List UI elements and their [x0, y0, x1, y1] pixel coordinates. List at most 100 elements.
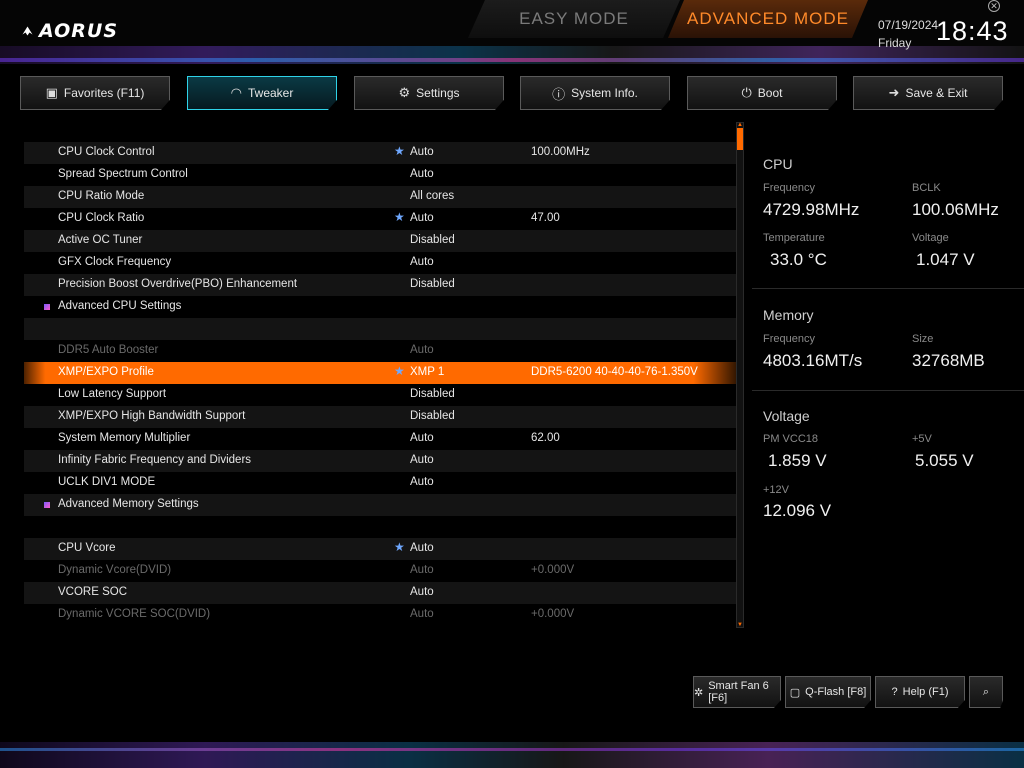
- scroll-up-arrow-icon[interactable]: ▲: [736, 122, 744, 128]
- submenu-row[interactable]: Advanced Memory Settings: [24, 494, 736, 516]
- cpu-frequency-label: Frequency: [763, 182, 815, 194]
- setting-label: System Memory Multiplier: [58, 432, 191, 444]
- chip-icon: ▢: [789, 686, 801, 699]
- setting-row[interactable]: GFX Clock Frequency Auto: [24, 252, 736, 274]
- smart-fan-button[interactable]: ✲ Smart Fan 6 [F6]: [693, 676, 781, 708]
- setting-row[interactable]: Precision Boost Overdrive(PBO) Enhanceme…: [24, 274, 736, 296]
- gear-icon: ⚙: [398, 85, 411, 100]
- speedometer-icon: ◠: [230, 85, 242, 100]
- 5v-label: +5V: [912, 433, 932, 445]
- setting-label: CPU Clock Control: [58, 146, 155, 158]
- setting-value[interactable]: Auto: [410, 454, 434, 466]
- favorite-star-icon[interactable]: ★: [394, 540, 405, 554]
- setting-row[interactable]: XMP/EXPO Profile ★ XMP 1 DDR5-6200 40-40-40…: [24, 362, 736, 384]
- setting-value[interactable]: XMP 1: [410, 366, 444, 378]
- advanced-mode-button[interactable]: ADVANCED MODE: [668, 0, 868, 38]
- cpu-temperature-value: 33.0 °C: [770, 250, 827, 269]
- setting-row[interactable]: Infinity Fabric Frequency and Dividers Au…: [24, 450, 736, 472]
- tab-settings[interactable]: ⚙ Settings: [354, 76, 504, 110]
- setting-row[interactable]: Dynamic Vcore(DVID) Auto +0.000V: [24, 560, 736, 582]
- setting-label: CPU Ratio Mode: [58, 190, 145, 202]
- tab-system-info[interactable]: ⓘ System Info.: [520, 76, 670, 110]
- setting-current-value: DDR5-6200 40-40-40-76-1.350V: [531, 366, 698, 378]
- aorus-eagle-icon: [22, 26, 33, 36]
- help-button[interactable]: ? Help (F1): [875, 676, 965, 708]
- setting-value[interactable]: Auto: [410, 542, 434, 554]
- scrollbar-thumb[interactable]: [737, 128, 743, 150]
- setting-row[interactable]: DDR5 Auto Booster Auto: [24, 340, 736, 362]
- spacer-row: [24, 516, 736, 538]
- qflash-button[interactable]: ▢ Q-Flash [F8]: [785, 676, 871, 708]
- setting-value[interactable]: Auto: [410, 168, 434, 180]
- setting-value[interactable]: Auto: [410, 432, 434, 444]
- setting-row[interactable]: Dynamic VCORE SOC(DVID) Auto +0.000V: [24, 604, 736, 626]
- day-text: Friday: [878, 36, 912, 50]
- scroll-down-arrow-icon[interactable]: ▼: [736, 622, 744, 628]
- setting-row[interactable]: VCORE SOC Auto: [24, 582, 736, 604]
- setting-value[interactable]: All cores: [410, 190, 454, 202]
- setting-row[interactable]: XMP/EXPO High Bandwidth Support Disabled: [24, 406, 736, 428]
- setting-value[interactable]: Auto: [410, 564, 434, 576]
- memory-size-value: 32768MB: [912, 351, 985, 370]
- setting-current-value: +0.000V: [531, 608, 575, 620]
- setting-value[interactable]: Disabled: [410, 388, 455, 400]
- setting-label: VCORE SOC: [58, 586, 128, 598]
- setting-label: Infinity Fabric Frequency and Dividers: [58, 454, 252, 466]
- search-button[interactable]: ⌕: [969, 676, 1003, 708]
- setting-row[interactable]: Spread Spectrum Control Auto: [24, 164, 736, 186]
- tab-save-exit[interactable]: ➜ Save & Exit: [853, 76, 1003, 110]
- setting-row[interactable]: Low Latency Support Disabled: [24, 384, 736, 406]
- exit-icon: ➜: [888, 85, 900, 100]
- tab-favorites[interactable]: ▣ Favorites (F11): [20, 76, 170, 110]
- favorite-star-icon[interactable]: ★: [394, 144, 405, 158]
- setting-value[interactable]: Auto: [410, 146, 434, 158]
- setting-value[interactable]: Disabled: [410, 234, 455, 246]
- setting-row[interactable]: CPU Clock Ratio ★ Auto 47.00: [24, 208, 736, 230]
- favorite-star-icon[interactable]: ★: [394, 210, 405, 224]
- info-icon: ⓘ: [552, 86, 566, 102]
- setting-row[interactable]: CPU Ratio Mode All cores: [24, 186, 736, 208]
- logo-text: AORUS: [38, 20, 118, 42]
- tab-tweaker[interactable]: ◠ Tweaker: [187, 76, 337, 110]
- setting-label: Precision Boost Overdrive(PBO) Enhanceme…: [58, 278, 298, 290]
- setting-row[interactable]: System Memory Multiplier Auto 62.00: [24, 428, 736, 450]
- setting-value[interactable]: Auto: [410, 476, 434, 488]
- setting-value[interactable]: Disabled: [410, 410, 455, 422]
- search-icon: ⌕: [982, 685, 990, 698]
- fan-icon: ✲: [694, 686, 704, 699]
- setting-value[interactable]: Auto: [410, 344, 434, 356]
- setting-current-value: +0.000V: [531, 564, 575, 576]
- setting-label: Spread Spectrum Control: [58, 168, 188, 180]
- setting-row[interactable]: UCLK DIV1 MODE Auto: [24, 472, 736, 494]
- setting-label: XMP/EXPO High Bandwidth Support: [58, 410, 246, 422]
- panel-divider: [752, 390, 1024, 391]
- qflash-label: Q-Flash [F8]: [805, 686, 867, 698]
- setting-value[interactable]: Auto: [410, 608, 434, 620]
- help-label: Help (F1): [902, 686, 949, 698]
- clock: 18:43: [936, 16, 1009, 46]
- cpu-section-title: CPU: [763, 156, 793, 172]
- setting-value[interactable]: Disabled: [410, 278, 455, 290]
- close-icon[interactable]: ✕: [988, 0, 1000, 12]
- cpu-temperature-label: Temperature: [763, 232, 825, 244]
- main-tabs: ▣ Favorites (F11) ◠ Tweaker ⚙ Settings ⓘ…: [20, 76, 1004, 110]
- setting-value[interactable]: Auto: [410, 212, 434, 224]
- setting-row[interactable]: Active OC Tuner Disabled: [24, 230, 736, 252]
- tab-boot[interactable]: ⏻ Boot: [687, 76, 837, 110]
- date-text: 07/19/2024: [878, 18, 939, 32]
- setting-label: UCLK DIV1 MODE: [58, 476, 156, 488]
- favorite-star-icon[interactable]: ★: [394, 364, 405, 378]
- setting-row[interactable]: CPU Clock Control ★ Auto 100.00MHz: [24, 142, 736, 164]
- setting-value[interactable]: Auto: [410, 256, 434, 268]
- submenu-row[interactable]: Advanced CPU Settings: [24, 296, 736, 318]
- setting-row[interactable]: CPU Vcore ★ Auto: [24, 538, 736, 560]
- pm-vcc18-value: 1.859 V: [768, 451, 827, 470]
- easy-mode-button[interactable]: EASY MODE: [468, 0, 680, 38]
- top-bar: AORUS EASY MODE ADVANCED MODE 07/19/2024…: [0, 0, 1024, 64]
- submenu-bullet-icon: [44, 502, 50, 508]
- memory-size-label: Size: [912, 333, 934, 345]
- scrollbar[interactable]: [736, 122, 744, 628]
- tab-label: Boot: [757, 86, 783, 100]
- setting-label: Dynamic Vcore(DVID): [58, 564, 172, 576]
- setting-value[interactable]: Auto: [410, 586, 434, 598]
